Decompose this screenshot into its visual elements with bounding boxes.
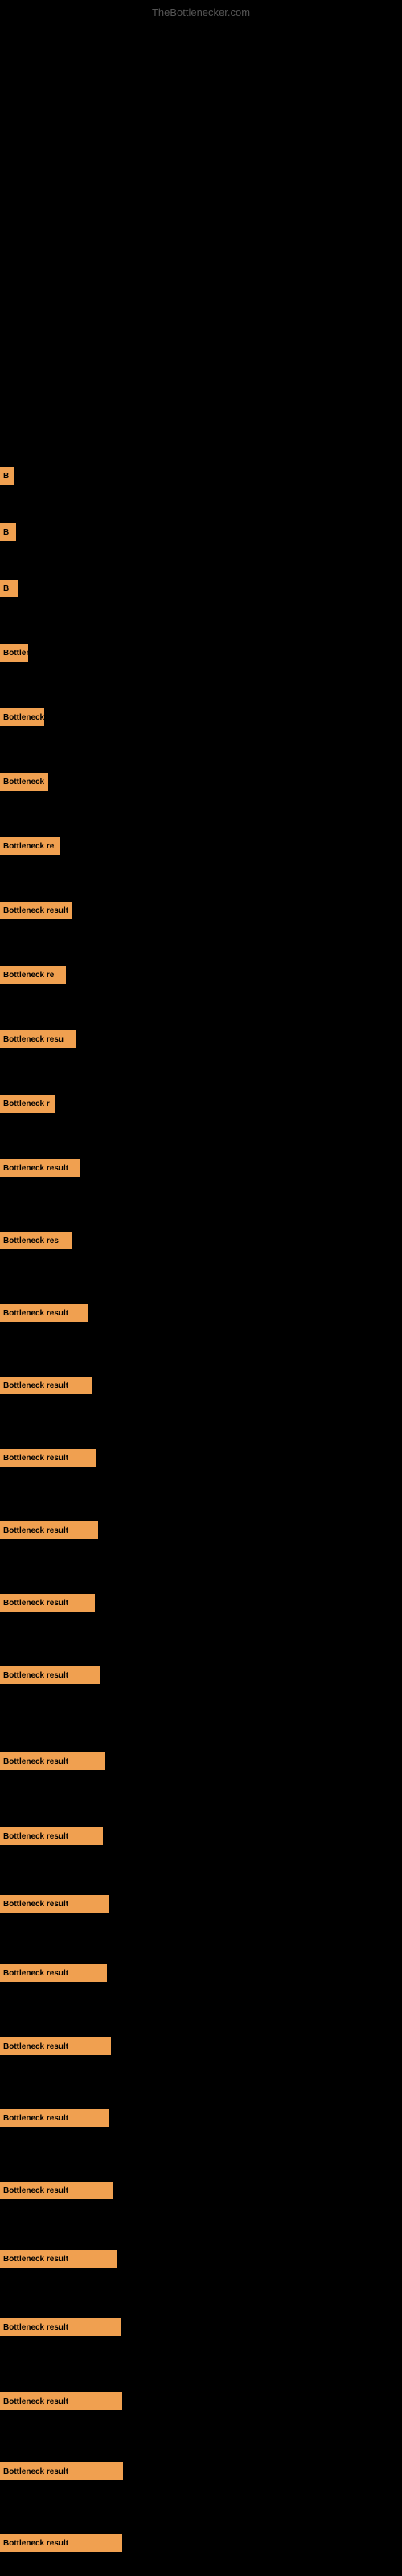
bar-label: Bottleneck result <box>3 2323 68 2332</box>
bar-label: Bottleneck result <box>3 2467 68 2476</box>
bar-label: Bottleneck r <box>3 713 44 722</box>
bar-label: Bottleneck result <box>3 1526 68 1535</box>
bar-row: Bottleneck result <box>0 1827 402 1845</box>
bar-row: Bottleneck result <box>0 1752 402 1770</box>
bar-label: Bottleneck result <box>3 2255 68 2264</box>
bar-row: Bottleneck r <box>0 1095 402 1113</box>
bar-label: Bottleneck result <box>3 1164 68 1173</box>
bar-label: Bottleneck result <box>3 1381 68 1390</box>
bar-row: Bottleneck r <box>0 708 402 726</box>
bar-label: Bottleneck result <box>3 2114 68 2123</box>
bar-label: Bottleneck result <box>3 1832 68 1841</box>
bar-label: Bottleneck result <box>3 2042 68 2051</box>
site-title: TheBottlenecker.com <box>152 6 250 19</box>
bar-row: Bottleneck result <box>0 902 402 919</box>
bar-row: B <box>0 523 402 541</box>
bar-row: Bottleneck re <box>0 966 402 984</box>
bar-row: Bottleneck result <box>0 1895 402 1913</box>
bar-row: Bottleneck result <box>0 2392 402 2410</box>
bar-label: Bottleneck result <box>3 1671 68 1680</box>
bar-row: Bottleneck result <box>0 1964 402 1982</box>
bar-label: Bottleneck result <box>3 906 68 915</box>
bar-label: Bottleneck resu <box>3 1035 64 1044</box>
bar-row: Bottleneck result <box>0 1449 402 1467</box>
bar-row: Bottleneck result <box>0 2462 402 2480</box>
bar-label: Bottleneck result <box>3 1969 68 1978</box>
bar-label: Bottleneck re <box>3 971 54 980</box>
bar-label: B <box>3 584 9 593</box>
bar-label: Bottleneck re <box>3 842 54 851</box>
bar-label: Bottleneck result <box>3 2186 68 2195</box>
bar-row: Bottleneck result <box>0 2037 402 2055</box>
bar-label: Bottlen <box>3 649 28 658</box>
bar-row: Bottleneck result <box>0 1521 402 1539</box>
bar-row: Bottleneck result <box>0 2534 402 2552</box>
bar-label: Bottleneck result <box>3 1454 68 1463</box>
bar-row: B <box>0 467 402 485</box>
bar-row: Bottleneck result <box>0 1159 402 1177</box>
bar-row: Bottleneck result <box>0 1377 402 1394</box>
bar-label: Bottleneck result <box>3 2397 68 2406</box>
bar-row: Bottleneck result <box>0 2109 402 2127</box>
bar-label: Bottleneck <box>3 778 44 786</box>
bar-row: B <box>0 580 402 597</box>
bar-row: Bottleneck result <box>0 2250 402 2268</box>
bar-row: Bottleneck resu <box>0 1030 402 1048</box>
bar-row: Bottleneck res <box>0 1232 402 1249</box>
bar-label: Bottleneck result <box>3 1757 68 1766</box>
bar-label: B <box>3 528 9 537</box>
bar-row: Bottlen <box>0 644 402 662</box>
bar-label: Bottleneck result <box>3 1599 68 1608</box>
bar-label: Bottleneck res <box>3 1236 59 1245</box>
bar-row: Bottleneck result <box>0 1666 402 1684</box>
bar-row: Bottleneck result <box>0 2182 402 2199</box>
bar-label: B <box>3 472 9 481</box>
bar-row: Bottleneck result <box>0 1304 402 1322</box>
bar-label: Bottleneck result <box>3 2539 68 2548</box>
bar-row: Bottleneck re <box>0 837 402 855</box>
bar-row: Bottleneck result <box>0 2318 402 2336</box>
bar-label: Bottleneck r <box>3 1100 50 1108</box>
bar-row: Bottleneck result <box>0 1594 402 1612</box>
bar-label: Bottleneck result <box>3 1309 68 1318</box>
bar-label: Bottleneck result <box>3 1900 68 1909</box>
bar-row: Bottleneck <box>0 773 402 791</box>
